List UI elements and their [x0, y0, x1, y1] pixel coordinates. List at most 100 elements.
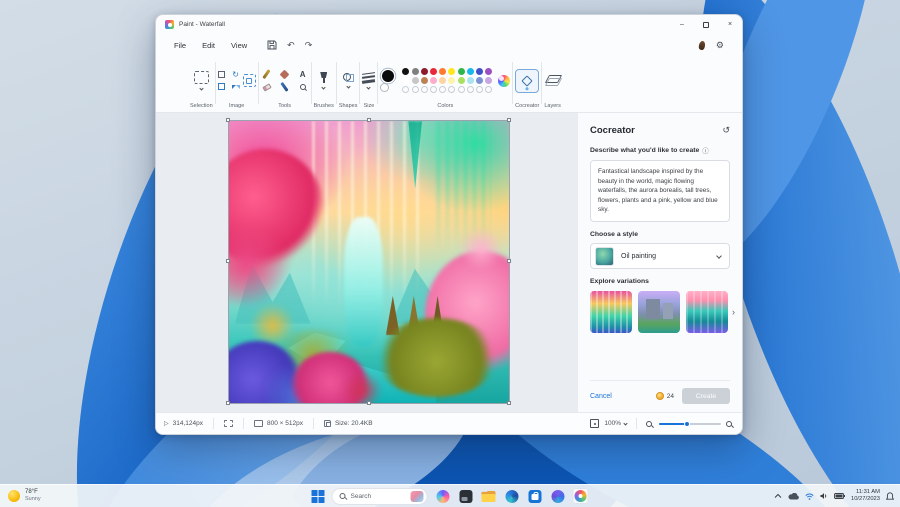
palette-swatch[interactable]: [439, 86, 446, 93]
palette-swatch[interactable]: [476, 86, 483, 93]
crop-icon[interactable]: [218, 71, 226, 79]
history-icon[interactable]: ↺: [722, 125, 730, 136]
onedrive-cloud-icon[interactable]: [788, 493, 799, 500]
layers-icon[interactable]: [546, 75, 559, 86]
taskbar-paint-active[interactable]: [573, 488, 589, 504]
tray-chevron-up-icon[interactable]: [774, 493, 782, 499]
menu-file[interactable]: File: [166, 38, 194, 53]
palette-swatch[interactable]: [485, 86, 492, 93]
zoom-level-dropdown[interactable]: 100%: [604, 420, 627, 427]
create-button[interactable]: Create: [682, 388, 730, 404]
palette-swatch[interactable]: [412, 86, 419, 93]
taskbar-file-explorer[interactable]: [481, 488, 497, 504]
brush-tip-icon[interactable]: [698, 40, 706, 50]
palette-swatch[interactable]: [467, 68, 474, 75]
prompt-textarea[interactable]: Fantastical landscape inspired by the be…: [590, 160, 730, 222]
wifi-icon[interactable]: [805, 493, 814, 500]
maximize-button[interactable]: [694, 15, 718, 34]
brushes-group[interactable]: Brushes: [314, 58, 334, 112]
color-picker-icon[interactable]: [281, 82, 289, 92]
battery-icon[interactable]: [834, 493, 845, 499]
rotate-icon[interactable]: ↻: [232, 71, 240, 79]
color1-swatch[interactable]: [382, 70, 394, 82]
variation-thumbnail-3[interactable]: [686, 291, 728, 333]
info-icon[interactable]: ⓘ: [702, 145, 709, 155]
palette-swatch[interactable]: [467, 77, 474, 84]
zoom-slider-knob[interactable]: [684, 421, 690, 427]
palette-swatch[interactable]: [476, 77, 483, 84]
clock[interactable]: 11:31 AM 10/27/2023: [851, 489, 880, 502]
redo-icon[interactable]: ↷: [305, 41, 313, 50]
chevron-down-icon[interactable]: [322, 85, 326, 89]
palette-swatch[interactable]: [485, 68, 492, 75]
titlebar[interactable]: Paint - Waterfall – ×: [156, 15, 742, 34]
zoom-in-icon[interactable]: [726, 421, 732, 427]
palette-swatch[interactable]: [430, 77, 437, 84]
variation-thumbnail-1[interactable]: [590, 291, 632, 333]
cocreator-button[interactable]: [515, 69, 539, 93]
start-button[interactable]: [312, 490, 325, 503]
selection-handle[interactable]: [507, 259, 511, 263]
shapes-group[interactable]: Shapes: [339, 58, 358, 112]
palette-swatch[interactable]: [467, 86, 474, 93]
palette-swatch[interactable]: [421, 68, 428, 75]
palette-swatch[interactable]: [439, 77, 446, 84]
close-button[interactable]: ×: [718, 15, 742, 34]
fill-bucket-icon[interactable]: [280, 69, 290, 79]
chevron-down-icon[interactable]: [367, 85, 371, 89]
settings-gear-icon[interactable]: ⚙: [716, 41, 724, 50]
chevron-down-icon[interactable]: [199, 86, 203, 90]
palette-swatch[interactable]: [448, 68, 455, 75]
palette-swatch[interactable]: [430, 86, 437, 93]
text-tool-icon[interactable]: A: [300, 70, 306, 79]
more-variations-icon[interactable]: ›: [732, 307, 735, 317]
weather-widget[interactable]: 78°F Sunny: [8, 489, 41, 502]
canvas-area[interactable]: [156, 113, 577, 412]
palette-swatch[interactable]: [402, 68, 409, 75]
canvas-image[interactable]: [229, 121, 509, 403]
volume-icon[interactable]: [820, 492, 828, 500]
selection-handle[interactable]: [507, 118, 511, 122]
palette-swatch[interactable]: [458, 77, 465, 84]
selection-handle[interactable]: [367, 118, 371, 122]
palette-swatch[interactable]: [458, 68, 465, 75]
menu-edit[interactable]: Edit: [194, 38, 223, 53]
variation-thumbnail-2[interactable]: [638, 291, 680, 333]
undo-icon[interactable]: ↶: [287, 41, 295, 50]
taskbar-edge[interactable]: [504, 488, 520, 504]
selection-handle[interactable]: [367, 401, 371, 405]
brushes-icon[interactable]: [319, 72, 328, 83]
selection-handle[interactable]: [226, 118, 230, 122]
palette-swatch[interactable]: [421, 86, 428, 93]
menu-view[interactable]: View: [223, 38, 255, 53]
zoom-slider[interactable]: [659, 423, 721, 425]
selection-handle[interactable]: [226, 259, 230, 263]
image-options-icon[interactable]: [243, 74, 256, 87]
save-icon[interactable]: [267, 40, 277, 50]
layers-group[interactable]: Layers: [544, 58, 561, 112]
palette-swatch[interactable]: [430, 68, 437, 75]
image-group[interactable]: ↻ Image: [218, 58, 256, 112]
flip-icon[interactable]: [232, 83, 240, 91]
line-size-icon[interactable]: [362, 73, 375, 83]
minimize-button[interactable]: –: [670, 15, 694, 34]
resize-icon[interactable]: [218, 83, 226, 91]
palette-swatch[interactable]: [485, 77, 492, 84]
cocreator-group[interactable]: Cocreator: [515, 58, 539, 112]
taskbar-store[interactable]: [527, 488, 543, 504]
palette-swatch[interactable]: [439, 68, 446, 75]
palette-swatch[interactable]: [476, 68, 483, 75]
palette-swatch[interactable]: [402, 77, 409, 84]
tools-group[interactable]: A Tools: [261, 58, 309, 112]
magnifier-icon[interactable]: [300, 84, 306, 90]
zoom-out-icon[interactable]: [646, 421, 652, 427]
selection-handle[interactable]: [226, 401, 230, 405]
palette-swatch[interactable]: [412, 68, 419, 75]
size-group[interactable]: Size: [362, 58, 375, 112]
palette-swatch[interactable]: [458, 86, 465, 93]
eraser-icon[interactable]: [262, 83, 271, 91]
palette-swatch[interactable]: [412, 77, 419, 84]
palette-swatch[interactable]: [448, 86, 455, 93]
palette-swatch[interactable]: [421, 77, 428, 84]
taskbar-copilot[interactable]: [435, 488, 451, 504]
